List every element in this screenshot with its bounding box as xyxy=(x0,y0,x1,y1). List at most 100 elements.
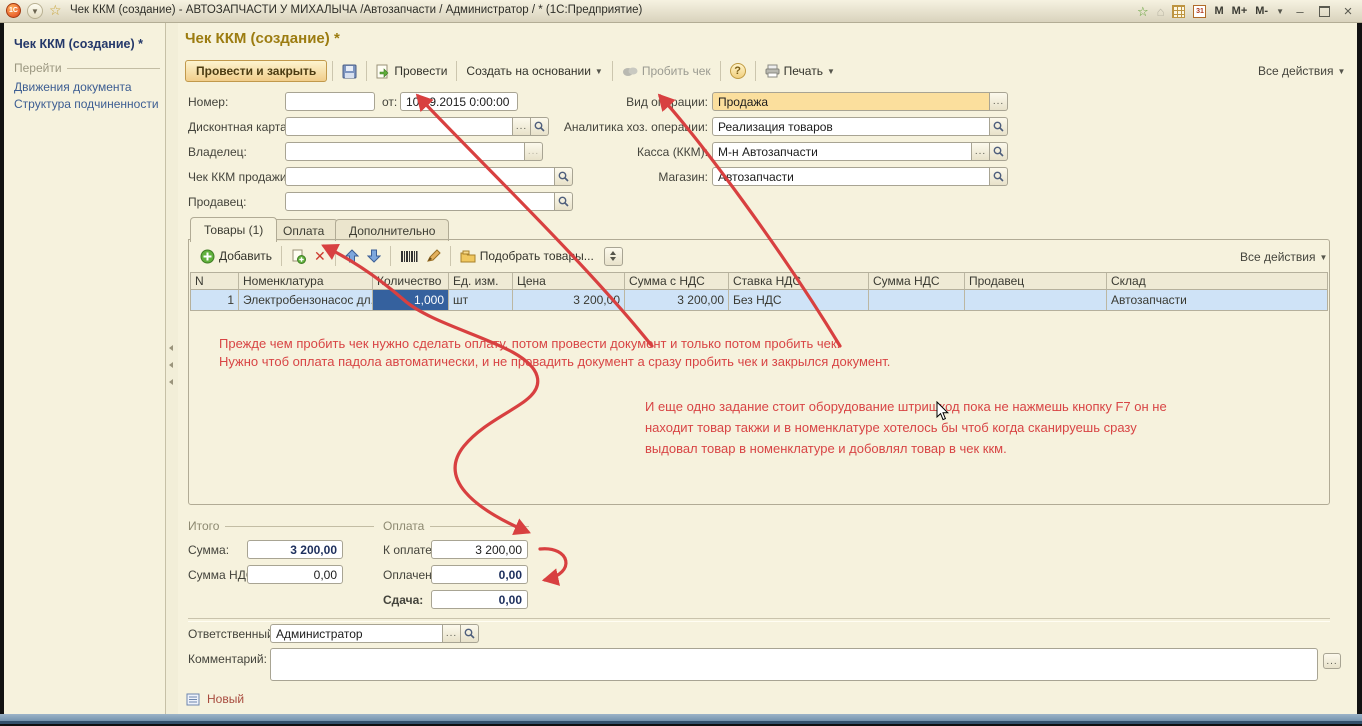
responsible-search-button[interactable] xyxy=(461,624,479,643)
comment-input[interactable] xyxy=(270,648,1318,681)
chevron-down-icon[interactable]: ▼ xyxy=(1276,7,1284,16)
row-order-spinner[interactable] xyxy=(604,247,623,266)
paid-input[interactable]: 0,00 xyxy=(431,565,528,584)
question-icon: ? xyxy=(730,63,746,79)
operation-kind-input[interactable]: Продажа xyxy=(712,92,990,111)
memory-minus-button[interactable]: M- xyxy=(1255,5,1268,17)
date-input[interactable]: 10.09.2015 0:00:00 xyxy=(400,92,518,111)
col-header-vat-rate[interactable]: Ставка НДС xyxy=(729,273,869,289)
annotation-text-line: находит товар такжи и в номенклатуре хот… xyxy=(645,420,1137,435)
sidebar-title: Чек ККМ (создание) * xyxy=(14,37,143,51)
all-actions-button[interactable]: Все действия ▼ xyxy=(1258,64,1345,78)
kkm-sale-check-input[interactable] xyxy=(285,167,555,186)
post-and-close-button[interactable]: Провести и закрыть xyxy=(185,60,327,82)
memory-plus-button[interactable]: M+ xyxy=(1232,5,1248,17)
col-header-vat-sum[interactable]: Сумма НДС xyxy=(869,273,965,289)
home-icon[interactable]: ⌂ xyxy=(1157,5,1165,18)
spin-up-icon xyxy=(610,251,616,255)
col-header-qty[interactable]: Количество xyxy=(373,273,449,289)
sidebar-splitter[interactable] xyxy=(166,23,178,714)
cell-qty-selected[interactable]: 1,000 xyxy=(373,290,449,310)
owner-ellipsis-button-disabled[interactable]: ... xyxy=(525,142,543,161)
cash-register-label: Касса (ККМ): xyxy=(560,145,708,159)
cash-register-input[interactable]: М-н Автозапчасти xyxy=(712,142,972,161)
col-header-sum-vat[interactable]: Сумма с НДС xyxy=(625,273,729,289)
system-menu-button[interactable]: ▼ xyxy=(27,3,43,19)
tab-payment[interactable]: Оплата xyxy=(269,219,338,241)
app-logo-icon[interactable]: 1С xyxy=(6,3,21,18)
move-up-button[interactable] xyxy=(341,247,363,265)
vat-sum-input[interactable]: 0,00 xyxy=(247,565,343,584)
tab-goods[interactable]: Товары (1) xyxy=(190,217,277,242)
arrow-down-icon xyxy=(367,249,381,263)
pick-goods-button[interactable]: Подобрать товары... xyxy=(456,247,598,265)
cell-sum-vat[interactable]: 3 200,00 xyxy=(625,290,729,310)
cell-vat-rate[interactable]: Без НДС xyxy=(729,290,869,310)
responsible-input[interactable]: Администратор xyxy=(270,624,443,643)
punch-check-button-disabled[interactable]: Пробить чек xyxy=(618,62,715,80)
copy-row-button[interactable] xyxy=(287,247,310,266)
cell-seller[interactable] xyxy=(965,290,1107,310)
cell-warehouse[interactable]: Автозапчасти xyxy=(1107,290,1327,310)
restore-button[interactable] xyxy=(1316,4,1332,18)
close-button[interactable]: × xyxy=(1340,4,1356,18)
print-button[interactable]: Печать ▼ xyxy=(761,62,839,80)
change-input[interactable]: 0,00 xyxy=(431,590,528,609)
cell-price[interactable]: 3 200,00 xyxy=(513,290,625,310)
col-header-nomenclature[interactable]: Номенклатура xyxy=(239,273,373,289)
store-input[interactable]: Автозапчасти xyxy=(712,167,990,186)
minimize-button[interactable]: – xyxy=(1292,4,1308,18)
delete-row-button[interactable]: ✕ xyxy=(310,247,330,265)
calculator-icon[interactable] xyxy=(1172,5,1185,18)
discount-card-search-button[interactable] xyxy=(531,117,549,136)
cash-register-search-button[interactable] xyxy=(990,142,1008,161)
items-all-actions-button[interactable]: Все действия ▼ xyxy=(1240,250,1327,264)
sidebar-item-document-movements[interactable]: Движения документа xyxy=(14,80,132,94)
analytics-input[interactable]: Реализация товаров xyxy=(712,117,990,136)
analytics-search-button[interactable] xyxy=(990,117,1008,136)
discount-card-input[interactable] xyxy=(285,117,513,136)
owner-input[interactable] xyxy=(285,142,525,161)
cell-unit[interactable]: шт xyxy=(449,290,513,310)
barcode-button[interactable] xyxy=(396,248,422,265)
items-all-actions-label: Все действия xyxy=(1240,250,1315,264)
ellipsis-icon: ... xyxy=(446,631,457,636)
sum-input[interactable]: 3 200,00 xyxy=(247,540,343,559)
toolbar-separator xyxy=(720,61,721,81)
help-button[interactable]: ? xyxy=(726,61,750,81)
cell-n[interactable]: 1 xyxy=(191,290,239,310)
save-button[interactable] xyxy=(338,62,361,81)
discount-card-ellipsis-button[interactable]: ... xyxy=(513,117,531,136)
col-header-warehouse[interactable]: Склад xyxy=(1107,273,1327,289)
add-row-button[interactable]: Добавить xyxy=(196,247,276,266)
tab-additional[interactable]: Дополнительно xyxy=(335,219,449,241)
seller-input[interactable] xyxy=(285,192,555,211)
favorites-star-icon[interactable]: ☆ xyxy=(49,2,62,19)
move-down-button[interactable] xyxy=(363,247,385,265)
cell-vat-sum[interactable] xyxy=(869,290,965,310)
to-pay-input[interactable]: 3 200,00 xyxy=(431,540,528,559)
post-button[interactable]: Провести xyxy=(372,62,451,81)
add-favorite-icon[interactable]: ☆ xyxy=(1137,5,1149,18)
cell-nomenclature[interactable]: Электробензонасос дл... xyxy=(239,290,373,310)
titlebar-actions: ☆ ⌂ 31 M M+ M- ▼ – × xyxy=(1137,0,1356,22)
comment-ellipsis-button[interactable]: ... xyxy=(1323,653,1341,669)
edit-price-button[interactable] xyxy=(422,247,445,265)
col-header-n[interactable]: N xyxy=(191,273,239,289)
col-header-seller[interactable]: Продавец xyxy=(965,273,1107,289)
table-row[interactable]: 1 Электробензонасос дл... 1,000 шт 3 200… xyxy=(190,290,1328,311)
ellipsis-icon: ... xyxy=(993,99,1004,104)
seller-search-button[interactable] xyxy=(555,192,573,211)
col-header-price[interactable]: Цена xyxy=(513,273,625,289)
cash-register-ellipsis-button[interactable]: ... xyxy=(972,142,990,161)
memory-button[interactable]: M xyxy=(1214,5,1223,17)
sidebar-item-subordination-structure[interactable]: Структура подчиненности xyxy=(14,97,159,111)
responsible-ellipsis-button[interactable]: ... xyxy=(443,624,461,643)
calendar-icon[interactable]: 31 xyxy=(1193,5,1206,18)
create-based-on-button[interactable]: Создать на основании ▼ xyxy=(462,62,606,80)
number-input[interactable] xyxy=(285,92,375,111)
kkm-sale-check-label: Чек ККМ продажи: xyxy=(188,170,290,184)
col-header-unit[interactable]: Ед. изм. xyxy=(449,273,513,289)
operation-kind-ellipsis-button[interactable]: ... xyxy=(990,92,1008,111)
store-search-button[interactable] xyxy=(990,167,1008,186)
